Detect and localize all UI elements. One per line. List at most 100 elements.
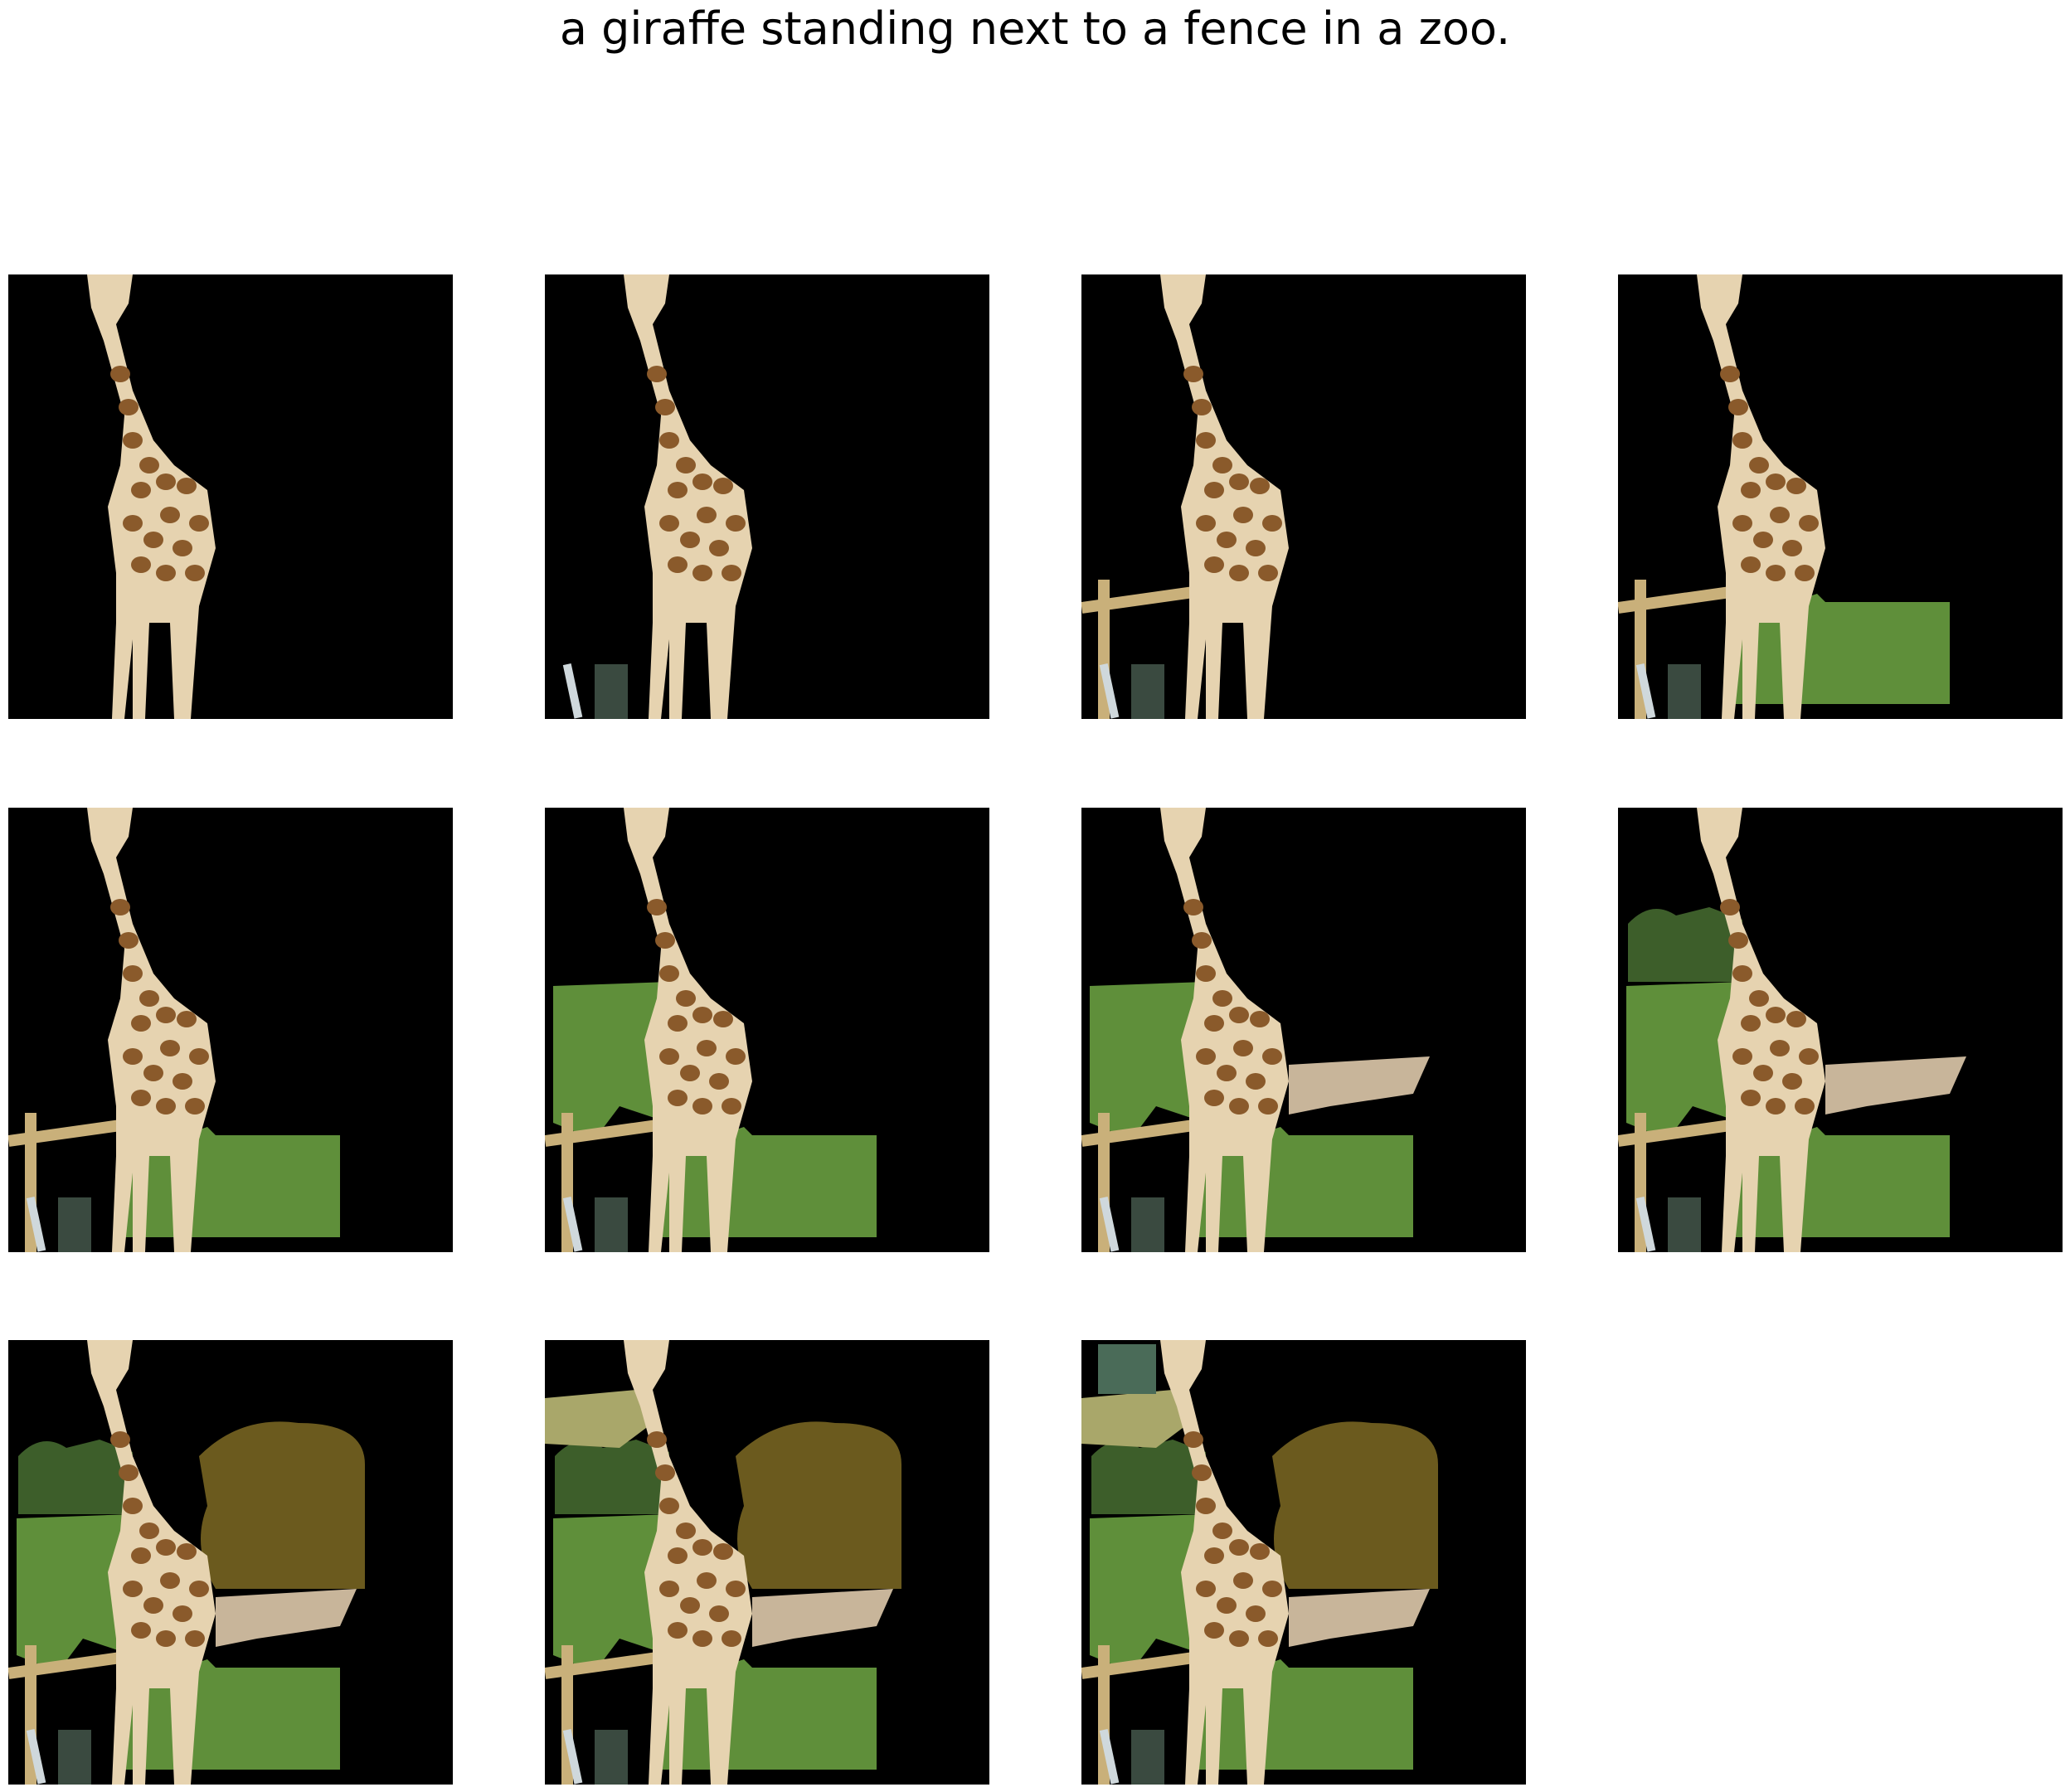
giraffe-spot [123, 1581, 143, 1597]
panel-mask-image [1618, 808, 2063, 1252]
giraffe-spot [647, 1431, 667, 1448]
giraffe-spot [697, 1572, 717, 1589]
giraffe-spot [692, 1539, 712, 1556]
giraffe-spot [1196, 1048, 1216, 1065]
giraffe-spot [1258, 1630, 1278, 1647]
bush-region [199, 1421, 365, 1589]
post-layer [1099, 663, 1164, 719]
giraffe-spot [668, 556, 688, 573]
giraffe-spot [676, 1522, 696, 1539]
segmentation-grid [0, 0, 2070, 1792]
giraffe-spot [1782, 1073, 1802, 1090]
giraffe-spot [1183, 366, 1203, 382]
giraffe-spot [1728, 932, 1748, 949]
giraffe-spot [1192, 932, 1212, 949]
stump-region [58, 1197, 91, 1252]
giraffe-spot [131, 1547, 151, 1564]
panel-mask-image [545, 274, 989, 719]
stump-region [595, 1197, 628, 1252]
giraffe-spot [1250, 478, 1270, 494]
giraffe-spot [123, 1048, 143, 1065]
post-layer [1635, 1196, 1701, 1252]
post-layer [562, 1728, 628, 1785]
stump-region [595, 664, 628, 719]
mask-background [8, 274, 453, 719]
giraffe-spot [1795, 1098, 1815, 1115]
giraffe-spot [1183, 899, 1203, 915]
giraffe-spot [1250, 1543, 1270, 1560]
giraffe-spot [1262, 515, 1282, 532]
giraffe-spot [1229, 473, 1249, 490]
giraffe-spot [1741, 1090, 1761, 1106]
giraffe-spot [676, 457, 696, 473]
panel-mask-image [1081, 274, 1526, 719]
giraffe-spot [1204, 1015, 1224, 1032]
giraffe-spot [177, 1543, 197, 1560]
panel-mask-image [1618, 274, 2063, 719]
giraffe-spot [1258, 565, 1278, 581]
giraffe-spot [1795, 565, 1815, 581]
giraffe-spot [722, 1630, 741, 1647]
tree-region [18, 1440, 133, 1514]
giraffe-spot [709, 1605, 729, 1622]
giraffe-spot [1196, 965, 1216, 982]
giraffe-spot [722, 565, 741, 581]
trees-left-layer [18, 1440, 133, 1514]
giraffe-spot [131, 1090, 151, 1106]
giraffe-spot [143, 532, 163, 548]
giraffe-spot [692, 565, 712, 581]
giraffe-spot [1732, 965, 1752, 982]
panel-11 [1081, 1340, 1526, 1785]
giraffe-spot [722, 1098, 741, 1115]
post-layer [26, 1728, 91, 1785]
giraffe-spot [119, 399, 138, 415]
panel-mask-image [8, 808, 453, 1252]
giraffe-spot [647, 366, 667, 382]
giraffe-spot [160, 1040, 180, 1056]
stump-region [1668, 1197, 1701, 1252]
giraffe-spot [1229, 1098, 1249, 1115]
giraffe-spot [1782, 540, 1802, 556]
giraffe-spot [1204, 482, 1224, 498]
giraffe-spot [189, 1048, 209, 1065]
panel-mask-image [1081, 1340, 1526, 1785]
giraffe-spot [680, 1065, 700, 1081]
giraffe-spot [1749, 457, 1769, 473]
panel-5 [8, 808, 453, 1252]
giraffe-spot [647, 899, 667, 915]
giraffe-spot [692, 1007, 712, 1023]
post-layer [562, 1196, 628, 1252]
giraffe-spot [676, 990, 696, 1007]
stump-region [1131, 1197, 1164, 1252]
post-layer [26, 1196, 91, 1252]
giraffe-spot [1766, 565, 1786, 581]
giraffe-spot [1196, 1581, 1216, 1597]
giraffe-spot [143, 1065, 163, 1081]
giraffe-spot [156, 473, 176, 490]
giraffe-spot [709, 1073, 729, 1090]
giraffe-spot [726, 1581, 746, 1597]
bush-layer [1272, 1421, 1438, 1589]
giraffe-spot [659, 1048, 679, 1065]
panel-mask-image [8, 274, 453, 719]
giraffe-spot [160, 507, 180, 523]
giraffe-spot [1246, 1073, 1266, 1090]
giraffe-spot [1786, 1011, 1806, 1027]
trees-left-layer [1091, 1440, 1206, 1514]
giraffe-spot [668, 1090, 688, 1106]
panel-6 [545, 808, 989, 1252]
giraffe-spot [119, 932, 138, 949]
giraffe-spot [1766, 473, 1786, 490]
giraffe-spot [1728, 399, 1748, 415]
giraffe-spot [110, 899, 130, 915]
giraffe-spot [659, 432, 679, 449]
corner-patch-layer [1098, 1344, 1156, 1394]
giraffe-spot [1720, 899, 1740, 915]
giraffe-spot [172, 540, 192, 556]
giraffe-spot [1196, 515, 1216, 532]
giraffe-spot [692, 1630, 712, 1647]
giraffe-spot [131, 1622, 151, 1639]
giraffe-spot [172, 1605, 192, 1622]
stump-region [1668, 664, 1701, 719]
giraffe-spot [1204, 556, 1224, 573]
